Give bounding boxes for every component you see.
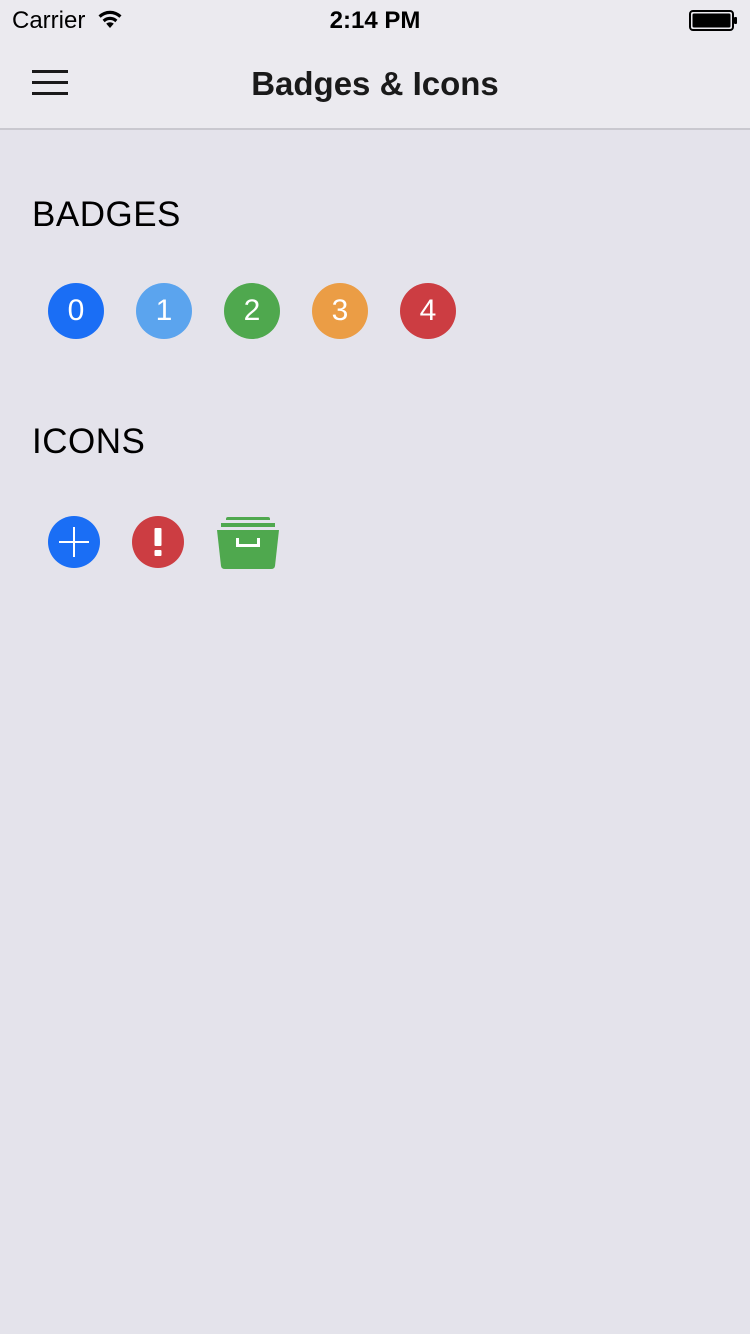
badge-3: 3 — [312, 283, 368, 339]
archive-icon[interactable] — [216, 516, 280, 570]
navigation-bar: Badges & Icons — [0, 40, 750, 130]
battery-icon — [689, 10, 737, 31]
alert-icon[interactable] — [132, 516, 184, 568]
status-time: 2:14 PM — [329, 7, 421, 34]
badges-section-title: BADGES — [32, 195, 181, 234]
page-title: Badges & Icons — [251, 65, 499, 102]
badge-4: 4 — [400, 283, 456, 339]
badge-0: 0 — [48, 283, 104, 339]
status-bar: Carrier 2:14 PM — [0, 0, 750, 40]
badge-1: 1 — [136, 283, 192, 339]
badge-2: 2 — [224, 283, 280, 339]
add-icon[interactable] — [48, 516, 100, 568]
icons-section-title: ICONS — [32, 422, 146, 461]
